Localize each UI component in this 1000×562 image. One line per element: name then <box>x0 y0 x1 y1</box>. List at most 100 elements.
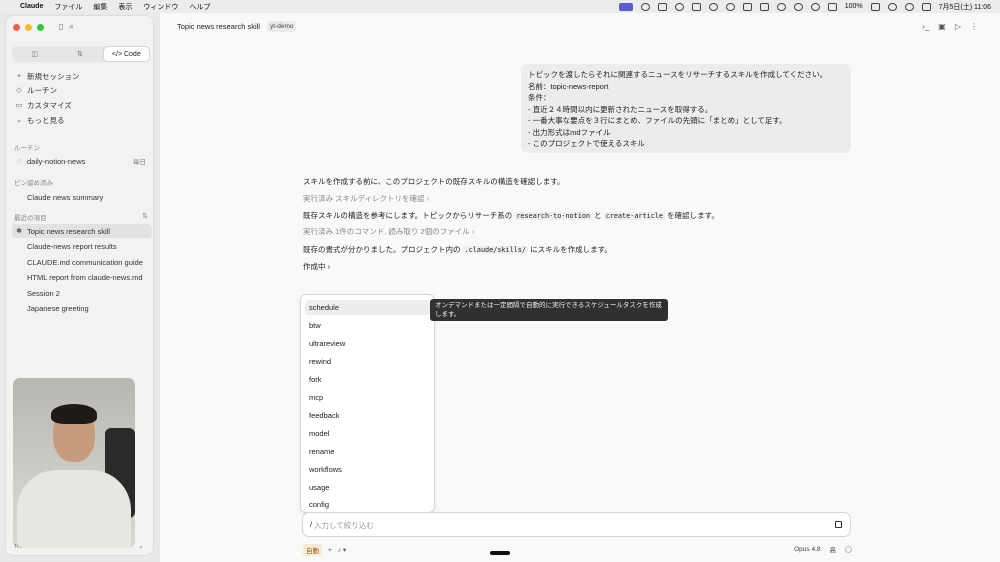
search-icon[interactable]: ⌕ <box>69 22 73 32</box>
context-usage-icon[interactable] <box>845 545 852 553</box>
zoom-window-button[interactable] <box>37 24 44 31</box>
home-indicator <box>490 551 510 555</box>
wifi-icon[interactable] <box>887 2 897 11</box>
battery-icon[interactable] <box>870 2 880 11</box>
in-progress-status[interactable]: 作成中 › <box>303 261 330 272</box>
session-title[interactable]: Topic news research skill <box>177 22 260 31</box>
tab-code[interactable]: </> Code <box>102 46 150 62</box>
sidebar-item-recent[interactable]: ✱ Topic news research skill <box>12 224 152 238</box>
menubar-clock[interactable]: 7月5日(土) 11:06 <box>939 2 991 12</box>
target-icon[interactable] <box>776 2 786 11</box>
command-option[interactable]: schedule <box>305 300 430 315</box>
sidebar-item-recent[interactable]: Claude-news report results <box>12 239 152 253</box>
image-icon[interactable] <box>691 2 701 11</box>
stop-icon[interactable] <box>835 521 842 528</box>
github-icon[interactable] <box>708 2 718 11</box>
command-option[interactable]: workflows <box>305 462 430 477</box>
chevron-down-icon[interactable]: ⌄ <box>138 542 144 550</box>
input-source-icon[interactable] <box>827 2 837 11</box>
play-icon[interactable]: ▷ <box>955 22 961 31</box>
menu-view[interactable]: 表示 <box>118 2 132 12</box>
control-center-icon[interactable] <box>921 2 931 11</box>
tool-call-summary[interactable]: 実行済み 1件のコマンド, 読み取り 2個のファイル › <box>303 226 474 237</box>
pinned-heading: ピン留め済み <box>14 180 53 187</box>
panel-icon[interactable]: ▣ <box>938 22 946 31</box>
spotlight-icon[interactable] <box>904 2 914 11</box>
webcam-overlay <box>13 378 135 548</box>
command-option[interactable]: mcp <box>305 390 430 405</box>
microphone-icon[interactable]: ♪ ▾ <box>338 546 346 554</box>
new-session-button[interactable]: + 新規セッション <box>12 69 152 83</box>
sliders-icon: ⇅ <box>77 51 83 58</box>
assistant-text: スキルを作成する前に、このプロジェクトの既存スキルの構造を確認します。 <box>303 177 565 186</box>
command-option[interactable]: rewind <box>305 354 430 369</box>
chat-icon: ◫ <box>31 51 38 58</box>
effort-selector[interactable]: 高 <box>830 544 837 554</box>
paused-icon[interactable] <box>793 2 803 11</box>
plus-icon: + <box>16 72 22 80</box>
filter-icon[interactable]: ⇅ <box>142 212 148 220</box>
assistant-text: 既存スキルの構造を参考にします。トピックからリサーチ系の research-to… <box>303 211 719 220</box>
code-icon: </> <box>111 50 124 58</box>
assistant-text: 既存の書式が分かりました。プロジェクト内の .claude/skills/ にス… <box>303 245 612 254</box>
sidebar-item-pinned[interactable]: Claude news summary <box>12 190 152 204</box>
permission-mode-button[interactable]: 自動 <box>303 544 322 556</box>
status-icon[interactable] <box>657 2 667 11</box>
sidebar-item-routine[interactable]: ◌ daily-notion-news 毎日 <box>12 154 152 168</box>
command-option[interactable]: usage <box>305 480 430 495</box>
command-tooltip: オンデマンドまたは一定間隔で自動的に実行できるスケジュールタスクを作成します。 <box>430 299 668 321</box>
menu-help[interactable]: ヘルプ <box>189 2 210 12</box>
menu-file[interactable]: ファイル <box>54 2 82 12</box>
command-option[interactable]: config <box>305 498 430 510</box>
close-window-button[interactable] <box>13 24 20 31</box>
minimize-window-button[interactable] <box>25 24 32 31</box>
command-option[interactable]: rename <box>305 444 430 459</box>
schedule-badge: 毎日 <box>133 159 146 166</box>
command-option[interactable]: feedback <box>305 408 430 423</box>
window-controls <box>13 24 44 31</box>
battery-label: 100% <box>844 3 863 10</box>
more-icon[interactable]: ⋮ <box>970 22 978 31</box>
sidebar-item-recent[interactable]: Japanese greeting <box>12 301 152 315</box>
tab-chat[interactable]: ◫ <box>12 46 57 62</box>
prompt-placeholder: 入力して絞り込む <box>314 521 374 530</box>
brightness-icon[interactable] <box>640 2 650 11</box>
terminal-icon[interactable]: ›_ <box>922 22 929 31</box>
tool-call-summary[interactable]: 実行済み スキルディレクトリを確認 › <box>303 193 429 204</box>
inline-code: .claude/skills/ <box>462 246 528 254</box>
command-option[interactable]: fork <box>305 372 430 387</box>
model-selector[interactable]: Opus 4.8 <box>794 546 820 553</box>
chevron-down-icon: ⌄ <box>16 117 22 124</box>
sidebar-item-recent[interactable]: CLAUDE.md communication guide <box>12 255 152 269</box>
routine-icon: ◇ <box>16 87 22 94</box>
tab-cowork[interactable]: ⇅ <box>57 46 102 62</box>
person-hair <box>51 404 97 424</box>
menu-app[interactable]: Claude <box>20 3 43 10</box>
openai-icon[interactable] <box>725 2 735 11</box>
command-option[interactable]: btw <box>305 318 430 333</box>
prompt-input[interactable]: / 入力して絞り込む <box>302 512 851 537</box>
command-option[interactable]: model <box>305 426 430 441</box>
menubar: Claude ファイル 編集 表示 ウィンドウ ヘルプ 100% 7月5日(土)… <box>0 0 1000 13</box>
record-icon[interactable] <box>674 2 684 11</box>
repo-badge[interactable]: yt-demo <box>267 21 297 32</box>
sidebar-toggle-icon[interactable]: ▯ <box>59 22 63 32</box>
dashed-circle-icon: ◌ <box>16 157 22 165</box>
recent-heading: 最近の項目 ⇅ <box>14 213 148 222</box>
account-icon[interactable] <box>810 2 820 11</box>
prompt-input-value: / <box>310 520 313 529</box>
inline-code: research-to-notion <box>514 212 593 220</box>
notion-icon[interactable] <box>742 2 752 11</box>
add-icon[interactable]: + <box>328 547 332 554</box>
routines-button[interactable]: ◇ ルーチン <box>12 83 152 97</box>
briefcase-icon: ▭ <box>15 102 23 109</box>
customize-button[interactable]: ▭ カスタマイズ <box>12 98 152 112</box>
screen-share-icon[interactable] <box>618 2 633 11</box>
sidebar-item-recent[interactable]: Session 2 <box>12 286 152 300</box>
menu-edit[interactable]: 編集 <box>93 2 107 12</box>
clipboard-icon[interactable] <box>759 2 769 11</box>
sidebar-item-recent[interactable]: HTML report from claude-news.md <box>12 270 152 284</box>
more-button[interactable]: ⌄ もっと見る <box>12 113 152 127</box>
menu-window[interactable]: ウィンドウ <box>143 2 178 12</box>
command-option[interactable]: ultrareview <box>305 336 430 351</box>
